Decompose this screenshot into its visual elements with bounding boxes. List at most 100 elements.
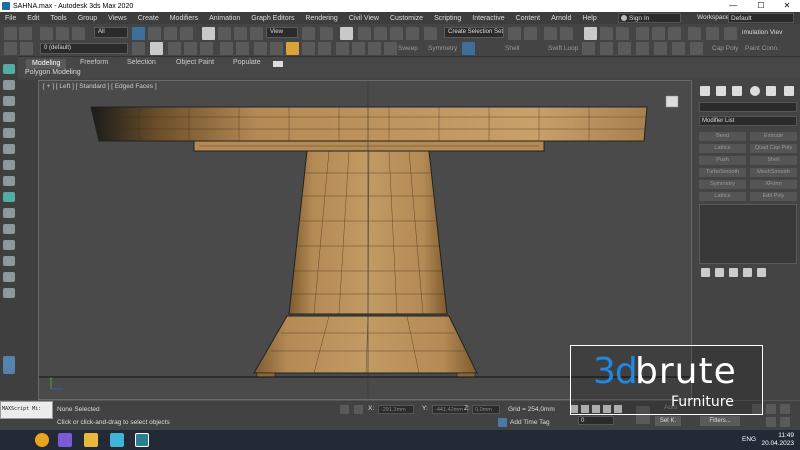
loop-icon[interactable] [336, 42, 349, 55]
menu-graph-editors[interactable]: Graph Editors [246, 15, 300, 22]
tab-freeform[interactable]: Freeform [80, 59, 108, 69]
create-panel-icon[interactable] [700, 86, 710, 96]
curve-editor-icon[interactable] [600, 27, 613, 40]
x-coordinate-field[interactable]: -291,3mm [378, 405, 414, 414]
menu-views[interactable]: Views [103, 15, 133, 22]
close-button[interactable]: ✕ [776, 0, 798, 12]
menu-scripting[interactable]: Scripting [429, 15, 467, 22]
cap-poly-label[interactable]: Cap Poly [712, 45, 738, 52]
vertex-subobject-icon[interactable] [168, 42, 181, 55]
render-production-icon[interactable] [688, 27, 701, 40]
border-subobject-icon[interactable] [200, 42, 213, 55]
chamfer-icon[interactable] [672, 42, 685, 55]
sign-in-dropdown[interactable]: Sign In [618, 13, 681, 23]
track-view-icon[interactable] [3, 272, 15, 282]
lightbulb-icon[interactable] [3, 288, 15, 298]
modifier-push-button[interactable]: Push [699, 156, 746, 165]
angle-snap-icon[interactable] [374, 27, 387, 40]
shrink-selection-icon[interactable] [318, 42, 331, 55]
z-coordinate-field[interactable]: 0,0mm [472, 405, 500, 414]
element-subobject-icon[interactable] [236, 42, 249, 55]
mirror-icon[interactable] [508, 27, 521, 40]
unlink-icon[interactable] [56, 27, 69, 40]
spinner-snap-icon[interactable] [406, 27, 419, 40]
reference-coordinate-select[interactable]: View [266, 27, 298, 38]
modifier-lattice-button[interactable]: Lattice [699, 144, 746, 153]
graphite-tool-icon[interactable] [150, 42, 163, 55]
visual-studio-app-icon[interactable] [58, 433, 72, 447]
redo-icon[interactable] [19, 27, 32, 40]
tab-modeling[interactable]: Modeling [26, 59, 67, 69]
collapse-icon[interactable] [654, 42, 667, 55]
maxscript-listener[interactable]: MAXScript Mi: [0, 401, 53, 419]
toggle-ribbon-icon[interactable] [584, 27, 597, 40]
named-selection-set-select[interactable]: Create Selection Set [444, 27, 504, 38]
hierarchy-panel-icon[interactable] [732, 86, 742, 96]
bevel-icon[interactable] [384, 42, 397, 55]
zoom-all-icon[interactable] [766, 404, 776, 414]
xview-icon[interactable] [462, 42, 475, 55]
modifier-meshsmooth-button[interactable]: MeshSmooth [750, 168, 797, 177]
viewport-layout-icon[interactable] [3, 356, 15, 374]
symmetry-tool-label[interactable]: Symmetry [428, 45, 457, 52]
modifier-extrude-button[interactable]: Extrude [750, 132, 797, 141]
minimize-button[interactable]: — [722, 0, 744, 12]
preview-selection-icon[interactable] [254, 42, 267, 55]
rectangular-selection-icon[interactable] [164, 27, 177, 40]
layer-tool-icon[interactable] [3, 256, 15, 266]
create-shapes-icon[interactable] [3, 96, 15, 106]
viewport-label[interactable]: [ + ] [ Left ] [ Standard ] [ Edged Face… [43, 83, 157, 90]
pin-stack-icon[interactable] [701, 268, 710, 277]
render-iterative-icon[interactable] [706, 27, 719, 40]
select-manipulate-icon[interactable] [320, 27, 333, 40]
menu-create[interactable]: Create [133, 15, 165, 22]
ribbon-options-icon[interactable] [273, 61, 283, 67]
pivot-center-icon[interactable] [302, 27, 315, 40]
align-icon[interactable] [524, 27, 537, 40]
material-editor-icon[interactable] [636, 27, 649, 40]
current-frame-field[interactable]: 0 [578, 416, 614, 425]
language-indicator[interactable]: ENG [742, 436, 756, 443]
menu-group[interactable]: Group [73, 15, 103, 22]
zoom-extents-icon[interactable] [780, 404, 790, 414]
menu-modifiers[interactable]: Modifiers [165, 15, 204, 22]
store-app-icon[interactable] [110, 433, 124, 447]
object-name-field[interactable] [699, 102, 797, 112]
render-setup-icon[interactable] [652, 27, 665, 40]
selection-filter-select[interactable]: All [94, 27, 128, 38]
modifier-list-select[interactable]: Modifier List [699, 116, 797, 126]
snaps-toggle-icon[interactable] [358, 27, 371, 40]
target-weld-icon[interactable] [618, 42, 631, 55]
tab-selection[interactable]: Selection [127, 59, 156, 69]
file-explorer-icon[interactable] [84, 433, 98, 447]
modifier-xform-button[interactable]: XForm [750, 180, 797, 189]
mirror-tool-icon[interactable] [3, 192, 15, 202]
menu-content[interactable]: Content [511, 15, 547, 22]
chrome-app-icon[interactable] [35, 433, 49, 447]
menu-file[interactable]: File [0, 15, 22, 22]
grow-selection-icon[interactable] [302, 42, 315, 55]
shell-tool-label[interactable]: Shell [505, 45, 519, 52]
toggle-layer-explorer-icon[interactable] [560, 27, 573, 40]
cap-poly-icon[interactable] [690, 42, 703, 55]
modifier-symmetry-button[interactable]: Symmetry [699, 180, 746, 189]
menu-help[interactable]: Help [577, 15, 602, 22]
keyboard-shortcut-override-icon[interactable] [340, 27, 353, 40]
placement-icon[interactable] [250, 27, 263, 40]
modifier-quad-cap-button[interactable]: Quad Cap Poly [750, 144, 797, 153]
rendered-frame-window-icon[interactable] [668, 27, 681, 40]
modifier-edit-poly-button[interactable]: Edit Poly [750, 192, 797, 201]
make-unique-icon[interactable] [729, 268, 738, 277]
menu-rendering[interactable]: Rendering [300, 15, 343, 22]
menu-arnold[interactable]: Arnold [546, 15, 577, 22]
layer-visibility-icon[interactable] [20, 42, 33, 55]
constraints-icon[interactable] [286, 42, 299, 55]
isolate-icon[interactable] [3, 240, 15, 250]
create-helpers-icon[interactable] [3, 144, 15, 154]
utilities-panel-icon[interactable] [784, 86, 794, 96]
tab-populate[interactable]: Populate [233, 59, 261, 69]
menu-customize[interactable]: Customize [385, 15, 429, 22]
add-time-tag[interactable]: Add Time Tag [510, 419, 550, 426]
sweep-tool-label[interactable]: Sweep [398, 45, 418, 52]
array-tool-icon[interactable] [3, 208, 15, 218]
